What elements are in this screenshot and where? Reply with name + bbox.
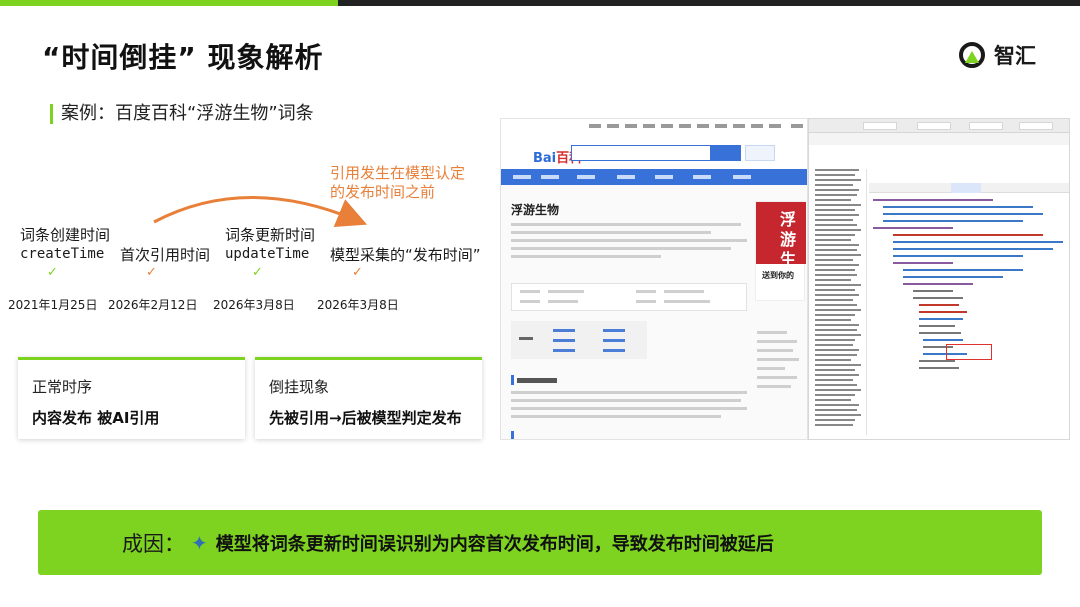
card-normal-title: 正常时序 <box>32 378 93 396</box>
brand-name: 智汇 <box>994 44 1036 68</box>
baike-info-table <box>511 283 747 311</box>
card-inversion-body: 先被引用→后被模型判定发布 <box>269 409 462 427</box>
baike-summary-text <box>511 223 751 263</box>
devtools-panel <box>808 118 1070 440</box>
event-model-date-date: 2026年3月8日 <box>317 298 399 312</box>
poster-caption: 送到你的 <box>762 271 794 280</box>
event-first-cited-tick-icon: ✓ <box>146 265 157 280</box>
baike-poster-image: 浮游生物 送到你的 <box>755 201 806 301</box>
event-first-cited-date: 2026年2月12日 <box>108 298 198 312</box>
event-created-tick-icon: ✓ <box>47 265 58 280</box>
event-created-label: 词条创建时间 <box>20 226 111 244</box>
cause-label: 成因： <box>122 531 185 556</box>
event-updated-tick-icon: ✓ <box>252 265 263 280</box>
card-normal-body: 内容发布 被AI引用 <box>32 409 160 427</box>
brand-logo: 智汇 <box>958 40 1036 70</box>
devtools-panel-tabs <box>869 183 1069 193</box>
baike-section-marker-2 <box>511 431 514 439</box>
baike-top-nav <box>501 119 807 137</box>
event-updated-code: updateTime <box>225 246 310 262</box>
baike-section-marker <box>511 375 514 385</box>
arc-arrow <box>153 196 368 227</box>
event-model-date-label: 模型采集的“发布时间” <box>330 246 481 264</box>
card-inversion-title: 倒挂现象 <box>269 378 330 396</box>
poster-title: 浮游生物 <box>756 202 806 289</box>
baike-section-text <box>511 391 751 423</box>
page-title: “时间倒挂” 现象解析 <box>42 41 324 74</box>
event-updated-date: 2026年3月8日 <box>213 298 295 312</box>
baike-sidebar <box>757 331 803 439</box>
baike-entry-title: 浮游生物 <box>511 203 560 217</box>
baike-screenshot: Bai百科 浮游生物 浮游生物 送到你的 <box>500 118 808 440</box>
event-updated-label: 词条更新时间 <box>225 226 316 244</box>
devtools-browser-tabs <box>809 119 1069 133</box>
card-inversion: 倒挂现象 先被引用→后被模型判定发布 <box>255 357 482 439</box>
update-time-highlight <box>946 344 992 360</box>
baike-search-input <box>571 145 711 161</box>
baike-search-button <box>711 145 741 161</box>
event-created-date: 2021年1月25日 <box>8 298 98 312</box>
baike-section-title <box>517 378 557 383</box>
devtools-file-tree <box>809 169 867 435</box>
case-label: 案例：百度百科“浮游生物”词条 <box>50 104 314 124</box>
devtools-toolbar <box>809 133 1069 145</box>
sparkle-icon: ✦ <box>191 530 208 555</box>
event-model-date-tick-icon: ✓ <box>352 265 363 280</box>
baike-search-button-secondary <box>745 145 775 161</box>
cause-text: 模型将词条更新时间误识别为内容首次发布时间，导致发布时间被延后 <box>215 533 774 555</box>
baike-catalog <box>511 321 647 359</box>
card-normal-order: 正常时序 内容发布 被AI引用 <box>18 357 245 439</box>
baike-nav-bar <box>501 169 807 185</box>
event-first-cited-label: 首次引用时间 <box>120 246 211 264</box>
event-created-code: createTime <box>20 246 105 262</box>
top-bar-accent <box>0 0 338 6</box>
cause-banner: 成因： ✦ 模型将词条更新时间误识别为内容首次发布时间，导致发布时间被延后 <box>38 510 1042 575</box>
brand-logo-icon <box>959 42 985 68</box>
